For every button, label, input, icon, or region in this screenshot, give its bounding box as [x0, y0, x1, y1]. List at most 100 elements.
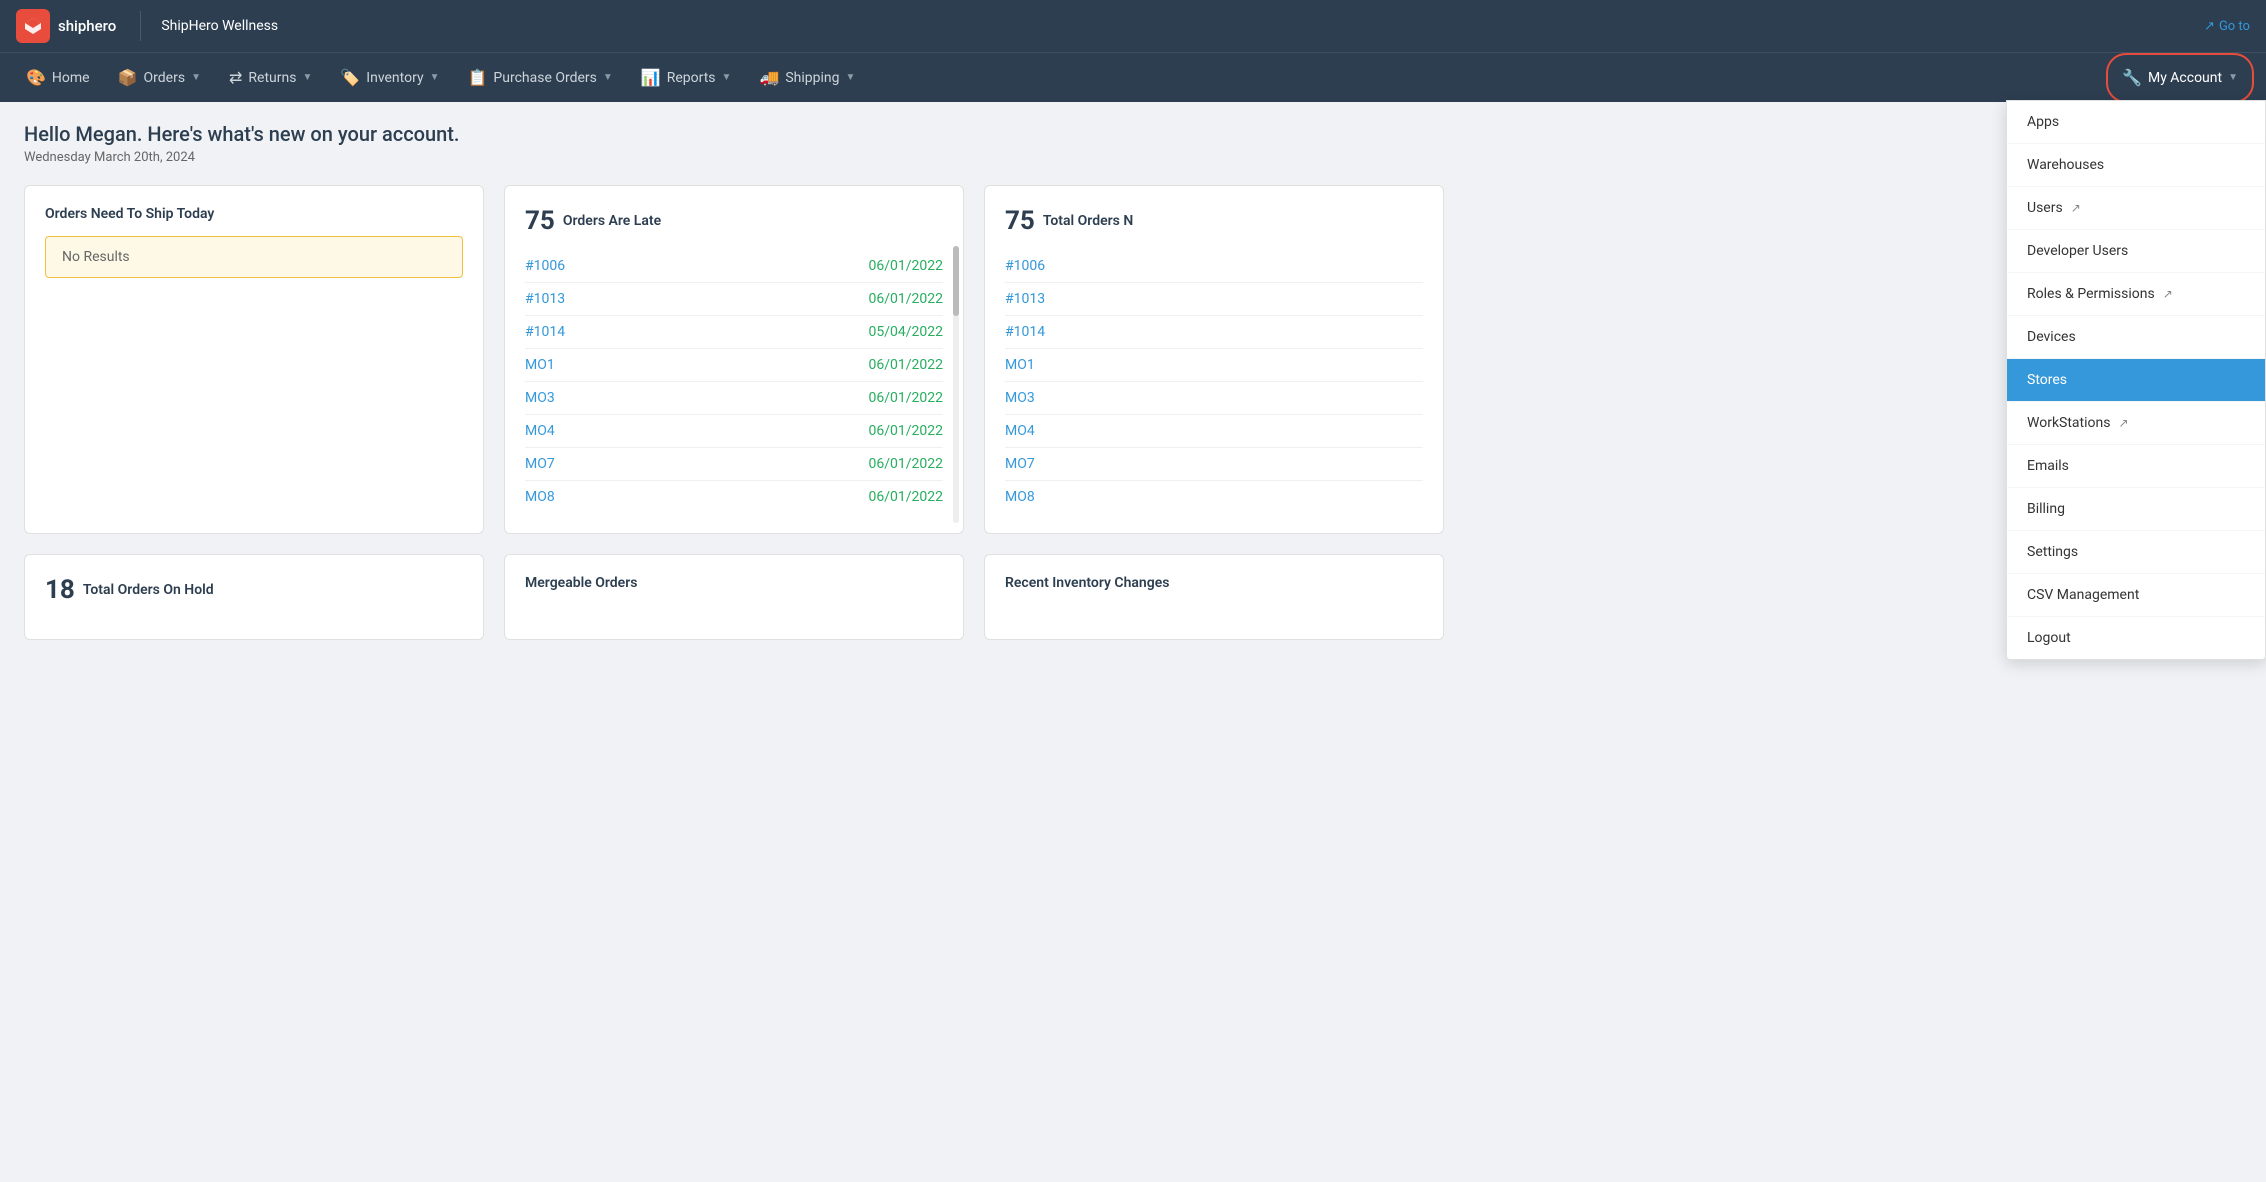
orders-late-count: 75: [525, 206, 555, 236]
returns-chevron: ▼: [302, 72, 312, 83]
total-orders-count: 75: [1005, 206, 1035, 236]
list-item: MO4 06/01/2022: [525, 415, 943, 448]
dropdown-stores-label: Stores: [2027, 372, 2067, 388]
my-account-chevron: ▼: [2228, 72, 2238, 83]
shipping-icon: 🚚: [759, 68, 779, 87]
scroll-thumb: [953, 246, 959, 316]
dropdown-item-stores[interactable]: Stores: [2007, 359, 2265, 402]
order-link[interactable]: MO1: [1005, 357, 1035, 373]
nav-shipping[interactable]: 🚚 Shipping ▼: [745, 53, 869, 103]
nav-purchase-orders-label: Purchase Orders: [493, 70, 596, 86]
dropdown-item-logout[interactable]: Logout: [2007, 617, 2265, 659]
dropdown-item-developer-users[interactable]: Developer Users: [2007, 230, 2265, 273]
list-item: MO1: [1005, 349, 1423, 382]
dropdown-item-settings[interactable]: Settings: [2007, 531, 2265, 574]
order-date: 06/01/2022: [869, 390, 944, 406]
total-orders-hold-header: 18 Total Orders On Hold: [45, 575, 463, 605]
recent-inventory-card: Recent Inventory Changes: [984, 554, 1444, 640]
order-date: 06/01/2022: [869, 291, 944, 307]
list-item: #1014: [1005, 316, 1423, 349]
dropdown-logout-label: Logout: [2027, 630, 2071, 646]
order-date: 06/01/2022: [869, 258, 944, 274]
order-date: 06/01/2022: [869, 456, 944, 472]
dropdown-roles-permissions-label: Roles & Permissions: [2027, 286, 2155, 302]
recent-inventory-title: Recent Inventory Changes: [1005, 575, 1423, 591]
dropdown-settings-label: Settings: [2027, 544, 2078, 560]
dropdown-item-warehouses[interactable]: Warehouses: [2007, 144, 2265, 187]
external-link-icon: ↗: [2118, 416, 2128, 430]
order-link[interactable]: MO8: [525, 489, 555, 505]
total-orders-card: 75 Total Orders N #1006 #1013 #1014 MO1 …: [984, 185, 1444, 534]
returns-icon: ⇄: [229, 68, 242, 87]
nav-returns-label: Returns: [248, 70, 296, 86]
company-name: ShipHero Wellness: [161, 18, 278, 34]
dropdown-warehouses-label: Warehouses: [2027, 157, 2104, 173]
list-item: MO4: [1005, 415, 1423, 448]
dropdown-item-users[interactable]: Users ↗: [2007, 187, 2265, 230]
external-link-icon: ↗: [2163, 287, 2173, 301]
orders-late-list: #1006 06/01/2022 #1013 06/01/2022 #1014 …: [525, 250, 943, 513]
order-date: 06/01/2022: [869, 423, 944, 439]
order-link[interactable]: #1013: [525, 291, 565, 307]
nav-orders-label: Orders: [144, 70, 186, 86]
dropdown-billing-label: Billing: [2027, 501, 2065, 517]
orders-late-title: Orders Are Late: [563, 213, 661, 229]
nav-home[interactable]: 🎨 Home: [12, 53, 104, 103]
top-bar: shiphero ShipHero Wellness ↗ Go to: [0, 0, 2266, 52]
dropdown-csv-management-label: CSV Management: [2027, 587, 2139, 603]
scroll-track[interactable]: [953, 246, 959, 523]
order-link[interactable]: MO8: [1005, 489, 1035, 505]
order-link[interactable]: MO3: [1005, 390, 1035, 406]
nav-my-account-label: My Account: [2148, 70, 2222, 86]
nav-orders[interactable]: 📦 Orders ▼: [104, 53, 215, 103]
order-link[interactable]: MO4: [1005, 423, 1035, 439]
nav-reports[interactable]: 📊 Reports ▼: [627, 53, 746, 103]
orders-need-ship-title: Orders Need To Ship Today: [45, 206, 463, 222]
orders-need-ship-card: Orders Need To Ship Today No Results: [24, 185, 484, 534]
inventory-icon: 🏷️: [340, 68, 360, 87]
dropdown-item-apps[interactable]: Apps: [2007, 101, 2265, 144]
my-account-dropdown: Apps Warehouses Users ↗ Developer Users …: [2006, 100, 2266, 660]
nav-my-account[interactable]: 🔧 My Account ▼: [2106, 53, 2254, 103]
order-link[interactable]: MO7: [525, 456, 555, 472]
dropdown-users-label: Users: [2027, 200, 2063, 216]
shipping-chevron: ▼: [846, 72, 856, 83]
dropdown-item-emails[interactable]: Emails: [2007, 445, 2265, 488]
order-link[interactable]: #1006: [525, 258, 565, 274]
main-content: Hello Megan. Here's what's new on your a…: [0, 102, 2266, 660]
mergeable-orders-title: Mergeable Orders: [525, 575, 943, 591]
nav-inventory-label: Inventory: [366, 70, 423, 86]
no-results-box: No Results: [45, 236, 463, 278]
order-link[interactable]: #1014: [525, 324, 565, 340]
dropdown-item-workstations[interactable]: WorkStations ↗: [2007, 402, 2265, 445]
total-orders-list: #1006 #1013 #1014 MO1 MO3 MO4 MO: [1005, 250, 1423, 513]
order-date: 06/01/2022: [869, 489, 944, 505]
order-link[interactable]: MO3: [525, 390, 555, 406]
dropdown-item-csv-management[interactable]: CSV Management: [2007, 574, 2265, 617]
order-link[interactable]: #1006: [1005, 258, 1045, 274]
list-item: MO1 06/01/2022: [525, 349, 943, 382]
order-link[interactable]: MO7: [1005, 456, 1035, 472]
home-icon: 🎨: [26, 68, 46, 87]
purchase-orders-chevron: ▼: [603, 72, 613, 83]
bottom-cards-row: 18 Total Orders On Hold Mergeable Orders…: [24, 554, 2242, 640]
dropdown-item-roles-permissions[interactable]: Roles & Permissions ↗: [2007, 273, 2265, 316]
nav-inventory[interactable]: 🏷️ Inventory ▼: [326, 53, 453, 103]
dropdown-item-devices[interactable]: Devices: [2007, 316, 2265, 359]
list-item: MO8 06/01/2022: [525, 481, 943, 513]
dropdown-emails-label: Emails: [2027, 458, 2069, 474]
order-link[interactable]: MO4: [525, 423, 555, 439]
goto-link[interactable]: ↗ Go to: [2204, 19, 2250, 34]
list-item: #1014 05/04/2022: [525, 316, 943, 349]
list-item: #1006 06/01/2022: [525, 250, 943, 283]
order-link[interactable]: MO1: [525, 357, 555, 373]
dropdown-item-billing[interactable]: Billing: [2007, 488, 2265, 531]
total-orders-header: 75 Total Orders N: [1005, 206, 1423, 236]
order-link[interactable]: #1013: [1005, 291, 1045, 307]
nav-purchase-orders[interactable]: 📋 Purchase Orders ▼: [454, 53, 627, 103]
dropdown-developer-users-label: Developer Users: [2027, 243, 2128, 259]
list-item: #1006: [1005, 250, 1423, 283]
nav-returns[interactable]: ⇄ Returns ▼: [215, 53, 326, 103]
my-account-icon: 🔧: [2122, 68, 2142, 87]
order-link[interactable]: #1014: [1005, 324, 1045, 340]
